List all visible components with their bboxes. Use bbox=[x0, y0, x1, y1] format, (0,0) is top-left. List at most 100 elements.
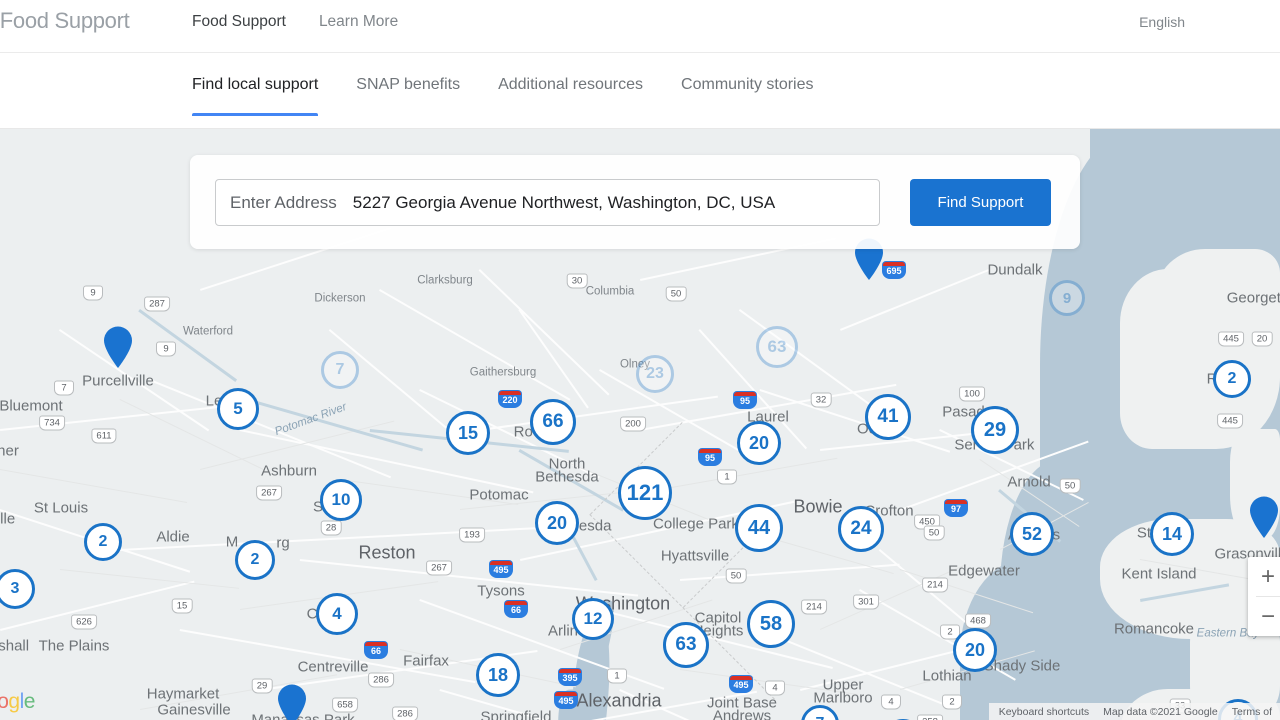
map-cluster-marker[interactable]: 20 bbox=[953, 628, 997, 672]
address-field-label: Enter Address bbox=[230, 192, 337, 212]
map-location-pin[interactable] bbox=[276, 683, 308, 720]
map-attribution: Keyboard shortcuts Map data ©2021 Google… bbox=[988, 703, 1280, 720]
map-cluster-marker[interactable]: 63 bbox=[756, 326, 798, 368]
route-shield: 15 bbox=[171, 598, 193, 614]
find-support-button[interactable]: Find Support bbox=[910, 179, 1051, 226]
address-input[interactable] bbox=[352, 192, 865, 213]
interstate-shield: 495 bbox=[730, 676, 752, 692]
zoom-in-button[interactable]: + bbox=[1248, 557, 1280, 596]
map-place-label: Capitol bbox=[694, 609, 742, 627]
route-shield: 658 bbox=[332, 697, 358, 713]
route-shield: 286 bbox=[368, 672, 394, 688]
route-shield: 445 bbox=[1217, 413, 1243, 429]
map-zoom-controls: + − bbox=[1248, 557, 1280, 636]
map-cluster-marker[interactable]: 2 bbox=[1213, 360, 1251, 398]
route-shield: 1 bbox=[717, 469, 737, 485]
map-cluster-marker[interactable]: 15 bbox=[446, 411, 490, 455]
tab-community-stories[interactable]: Community stories bbox=[681, 76, 813, 116]
map-cluster-marker[interactable]: 3 bbox=[0, 569, 35, 609]
map-place-label: Tysons bbox=[477, 582, 525, 600]
google-logo: oogle bbox=[0, 690, 35, 713]
map-place-label: Bluemont bbox=[0, 397, 63, 415]
map-place-label: Ashburn bbox=[261, 462, 317, 480]
map-cluster-marker[interactable]: 9 bbox=[1049, 280, 1085, 316]
map-cluster-marker[interactable]: 24 bbox=[838, 506, 884, 552]
route-shield: 29 bbox=[251, 678, 273, 694]
map-cluster-marker[interactable]: 18 bbox=[476, 653, 520, 697]
route-shield: 28 bbox=[320, 520, 342, 536]
road-segment bbox=[419, 599, 665, 690]
map-place-label: St Louis bbox=[33, 499, 89, 517]
map-place-label: The Plains bbox=[38, 637, 110, 655]
map-place-label: Clarksburg bbox=[417, 274, 473, 287]
map-cluster-marker[interactable]: 20 bbox=[535, 501, 579, 545]
nav-item-learn-more[interactable]: Learn More bbox=[319, 13, 398, 31]
route-shield: 9 bbox=[156, 341, 176, 357]
map-place-label: rg bbox=[276, 534, 290, 552]
map-location-pin[interactable] bbox=[1248, 495, 1280, 539]
route-shield: 50 bbox=[923, 525, 945, 541]
nav-item-food-support[interactable]: Food Support bbox=[192, 13, 286, 31]
keyboard-shortcuts-link[interactable]: Keyboard shortcuts bbox=[999, 706, 1089, 718]
tab-additional-resources[interactable]: Additional resources bbox=[498, 76, 643, 116]
map-cluster-marker[interactable]: 63 bbox=[663, 622, 709, 668]
interstate-shield: 95 bbox=[734, 392, 756, 408]
map-place-label: Hyattsville bbox=[660, 547, 730, 565]
map-place-label: Columbia bbox=[585, 285, 635, 298]
map-cluster-marker[interactable]: 121 bbox=[618, 466, 672, 520]
map-place-label: arshall bbox=[0, 637, 30, 655]
map-cluster-marker[interactable]: 10 bbox=[320, 479, 362, 521]
interstate-shield: 395 bbox=[559, 669, 581, 685]
zoom-out-button[interactable]: − bbox=[1248, 597, 1280, 636]
map-cluster-marker[interactable]: 58 bbox=[747, 600, 795, 648]
map-cluster-marker[interactable]: 23 bbox=[636, 355, 674, 393]
road-segment bbox=[599, 609, 833, 670]
map-cluster-marker[interactable]: 7 bbox=[801, 705, 839, 720]
interstate-shield: 95 bbox=[699, 449, 721, 465]
map-place-label: Dickerson bbox=[314, 292, 366, 305]
map-cluster-marker[interactable]: 7 bbox=[321, 351, 359, 389]
route-shield: 258 bbox=[917, 714, 943, 720]
map-cluster-marker[interactable]: 52 bbox=[1010, 512, 1054, 556]
map-cluster-marker[interactable]: 14 bbox=[1150, 512, 1194, 556]
route-shield: 1 bbox=[607, 668, 627, 684]
map-location-pin[interactable] bbox=[102, 325, 134, 369]
map-cluster-marker[interactable]: 44 bbox=[735, 504, 783, 552]
road-segment bbox=[759, 389, 951, 453]
tab-snap-benefits[interactable]: SNAP benefits bbox=[356, 76, 460, 116]
map-place-label: her bbox=[0, 442, 19, 460]
route-shield: 468 bbox=[965, 613, 991, 629]
map-cluster-marker[interactable]: 5 bbox=[217, 388, 259, 430]
map-place-label: Andrews bbox=[712, 707, 772, 720]
route-shield: 7 bbox=[54, 380, 74, 396]
site-header: d Food Support Food Support Learn More E… bbox=[0, 0, 1280, 53]
map-cluster-marker[interactable]: 20 bbox=[737, 421, 781, 465]
route-shield: 214 bbox=[801, 599, 827, 615]
route-shield: 287 bbox=[144, 296, 170, 312]
route-shield: 30 bbox=[566, 273, 588, 289]
tab-find-local-support[interactable]: Find local support bbox=[192, 76, 319, 116]
road-segment bbox=[0, 469, 188, 504]
address-search-field[interactable]: Enter Address bbox=[215, 179, 880, 226]
map-cluster-marker[interactable]: 2 bbox=[84, 523, 122, 561]
route-shield: 50 bbox=[725, 568, 747, 584]
map-cluster-marker[interactable]: 12 bbox=[572, 598, 614, 640]
route-shield: 611 bbox=[91, 428, 117, 444]
map-place-label: Waterford bbox=[182, 325, 234, 338]
map-place-label: Gainesville bbox=[157, 701, 231, 719]
road-segment bbox=[518, 309, 589, 409]
language-selector[interactable]: English bbox=[1139, 14, 1185, 30]
terms-link[interactable]: Terms of bbox=[1232, 706, 1272, 718]
map-place-label: Bowie bbox=[793, 496, 843, 517]
map-place-label: Reston bbox=[358, 542, 416, 563]
map-cluster-marker[interactable]: 2 bbox=[235, 540, 275, 580]
site-logo[interactable]: d Food Support bbox=[0, 8, 130, 34]
route-shield: 50 bbox=[665, 286, 687, 302]
map-cluster-marker[interactable]: 4 bbox=[316, 593, 358, 635]
map-cluster-marker[interactable]: 66 bbox=[530, 399, 576, 445]
route-shield: 301 bbox=[853, 594, 879, 610]
map-cluster-marker[interactable]: 29 bbox=[971, 406, 1019, 454]
map-cluster-marker[interactable]: 41 bbox=[865, 394, 911, 440]
route-shield: 4 bbox=[765, 680, 785, 696]
interstate-shield: 220 bbox=[499, 391, 521, 407]
